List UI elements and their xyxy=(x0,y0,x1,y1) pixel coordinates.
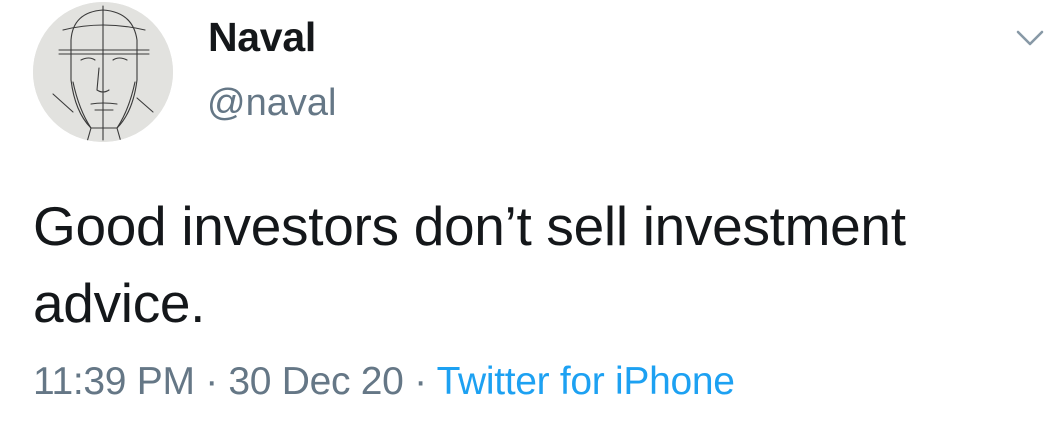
tweet-source-link[interactable]: Twitter for iPhone xyxy=(437,360,735,403)
author-handle[interactable]: @naval xyxy=(207,82,336,125)
tweet-time[interactable]: 11:39 PM xyxy=(33,360,195,403)
tweet-meta: 11:39 PM · 30 Dec 20 · Twitter for iPhon… xyxy=(33,360,735,404)
chevron-down-icon[interactable] xyxy=(1016,28,1044,48)
sketched-face-avatar-icon xyxy=(33,2,173,142)
meta-separator: · xyxy=(205,360,218,403)
tweet-text: Good investors don’t sell investment adv… xyxy=(33,195,906,334)
tweet-date[interactable]: 30 Dec 20 xyxy=(228,360,403,403)
tweet-card: Naval @naval Good investors don’t sell i… xyxy=(0,0,1052,423)
meta-separator: · xyxy=(414,360,427,403)
avatar[interactable] xyxy=(33,2,173,142)
author-display-name[interactable]: Naval xyxy=(208,14,316,61)
